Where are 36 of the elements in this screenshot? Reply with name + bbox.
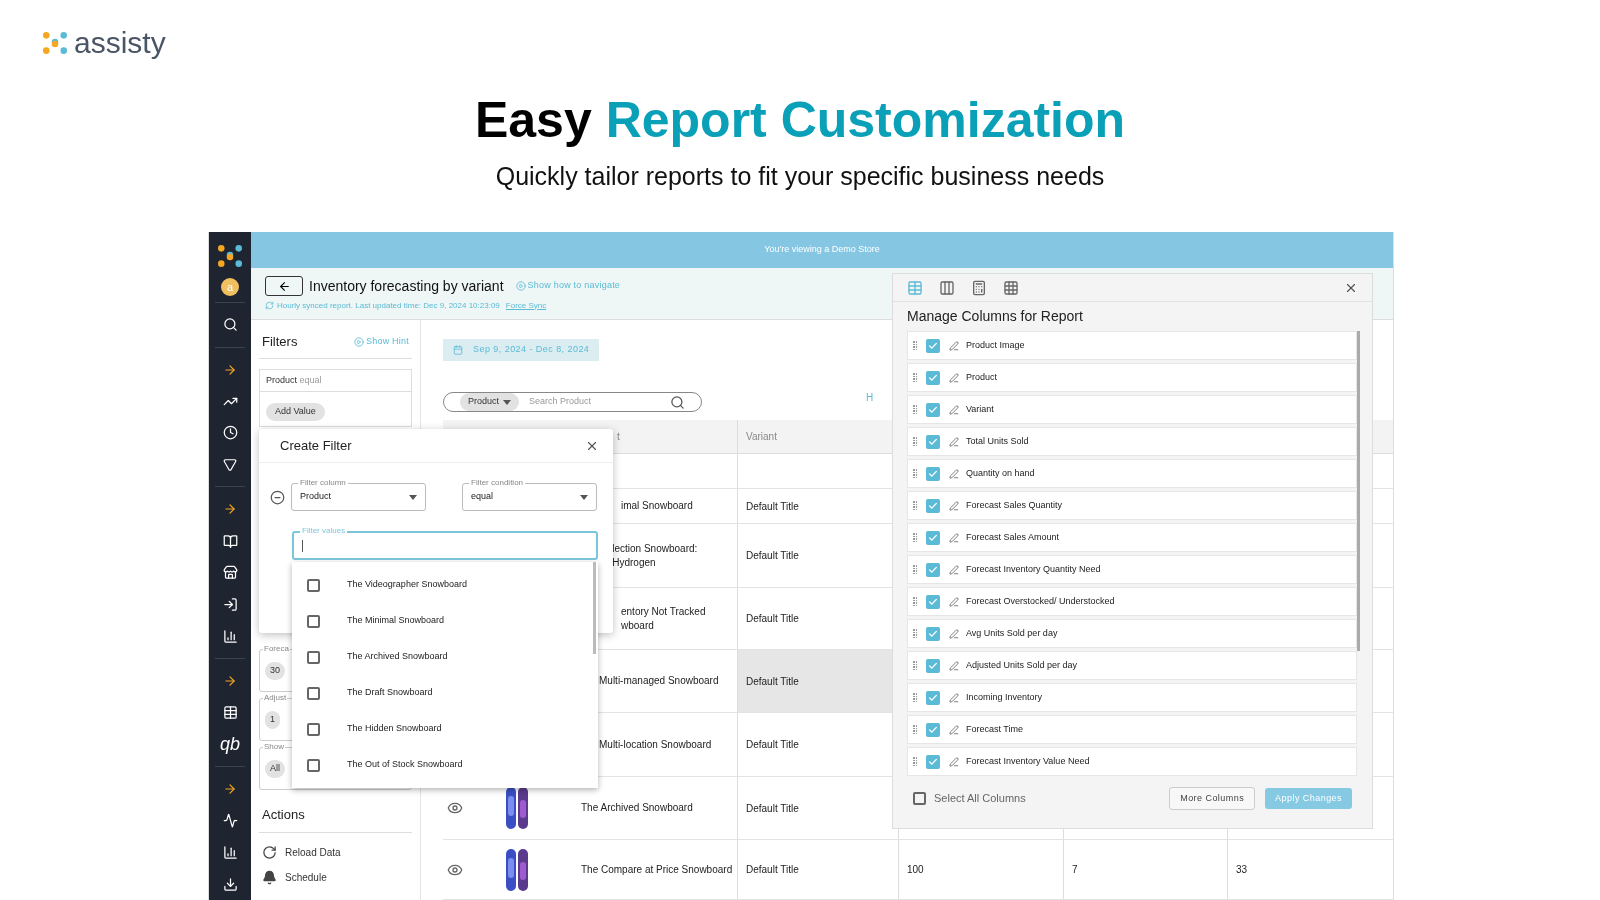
filter-rule: Product equal [266,374,322,385]
toolbar-text: H [866,391,874,405]
table-cell-text: 7 [1072,863,1078,877]
table-cell: The Archived Snowboard [581,801,693,815]
panel-title: Filters [262,333,298,351]
checkbox-label: Select All Columns [934,791,1026,806]
table-cell: Multi-location Snowboard [599,737,712,752]
table-cell-text: Default Title [746,674,799,689]
column-header: t [617,430,620,444]
table-cell-text: 33 [1236,863,1248,877]
brand-name: assisty [74,26,166,60]
table-cell: Multi-managed Snowboard [599,674,719,688]
subtitle: Quickly tailor reports to fit your specific business needs [494,161,1106,192]
table-cell: The Compare at Price Snowboard [581,862,733,877]
table-cell-text: lection Snowboard: Hydrogen [612,541,699,570]
column-header: Variant [746,430,777,444]
table-cell-text: Default Title [746,738,799,752]
headline: Easy Report Customization [473,91,1127,150]
table-cell-text: Default Title [746,549,799,563]
table-cell: entory Not Tracked wboard [621,604,706,633]
sync-status: Hourly synced report. Last updated time: Dec 9, 2024 10:23:09 [277,299,500,312]
dialog-title: Create Filter [280,436,352,455]
table-cell: imal Snowboard [621,499,693,513]
field-chip: 1 [265,711,280,729]
field-chip: 30 [265,662,285,680]
field-label: Adjust [263,692,288,704]
table-cell-text: Default Title [746,863,799,877]
report-title: Inventory forecasting by variant [309,276,504,296]
field-chip: All [265,760,285,778]
banner-text: You're viewing a Demo Store [764,243,880,257]
table-cell-text: Default Title [746,801,799,816]
table-cell-text: Default Title [746,612,799,626]
panel-title: Manage Columns for Report [906,307,1084,326]
section-title: Actions [262,807,305,822]
table-cell-text: Default Title [746,499,799,514]
table-cell-text: 100 [907,863,924,877]
